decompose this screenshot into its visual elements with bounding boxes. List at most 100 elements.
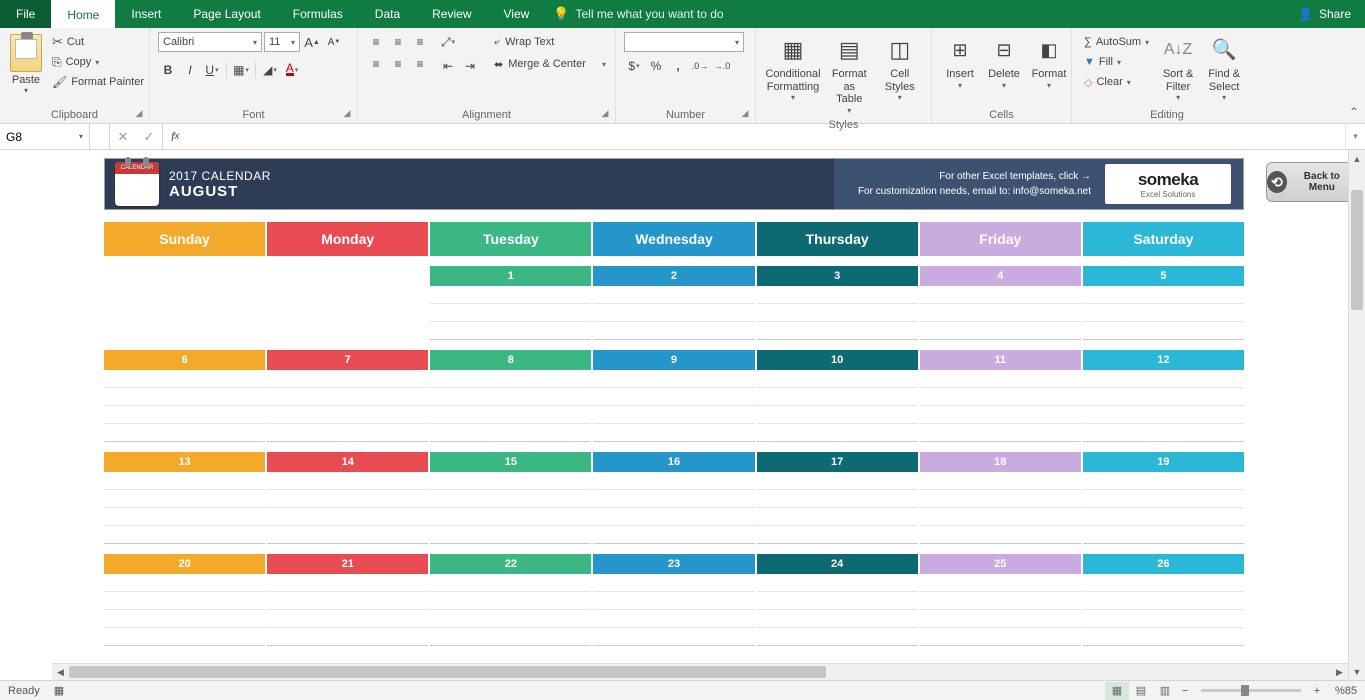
zoom-slider[interactable] <box>1201 689 1301 692</box>
day-cell-16[interactable]: 16 <box>593 452 754 544</box>
date-notes-area[interactable] <box>430 574 591 646</box>
date-notes-area[interactable] <box>920 574 1081 646</box>
date-notes-area[interactable] <box>104 574 265 646</box>
date-notes-area[interactable] <box>1083 286 1244 340</box>
date-notes-area[interactable] <box>757 472 918 544</box>
day-cell-10[interactable]: 10 <box>757 350 918 442</box>
clear-button[interactable]: ◇Clear▾ <box>1080 72 1153 92</box>
copy-button[interactable]: ⎘Copy▾ <box>48 52 148 72</box>
day-cell-18[interactable]: 18 <box>920 452 1081 544</box>
percent-button[interactable]: % <box>646 56 666 76</box>
day-cell-3[interactable]: 3 <box>757 266 918 340</box>
someka-logo[interactable]: somekaExcel Solutions <box>1105 164 1231 204</box>
sheet-canvas[interactable]: 2017 CALENDAR AUGUST For other Excel tem… <box>52 150 1348 680</box>
date-notes-area[interactable] <box>757 370 918 442</box>
date-notes-area[interactable] <box>104 472 265 544</box>
date-notes-area[interactable] <box>757 286 918 340</box>
align-center-button[interactable]: ≡ <box>388 54 408 74</box>
date-notes-area[interactable] <box>920 370 1081 442</box>
date-notes-area[interactable] <box>593 286 754 340</box>
fx-label[interactable]: fx <box>163 124 187 149</box>
day-cell-12[interactable]: 12 <box>1083 350 1244 442</box>
date-notes-area[interactable] <box>593 472 754 544</box>
date-notes-area[interactable] <box>920 472 1081 544</box>
day-cell-13[interactable]: 13 <box>104 452 265 544</box>
decrease-decimal-button[interactable]: →.0 <box>712 56 732 76</box>
font-launcher[interactable]: ◢ <box>341 107 353 119</box>
decrease-font-button[interactable]: A▼ <box>324 32 344 52</box>
day-cell-8[interactable]: 8 <box>430 350 591 442</box>
fill-button[interactable]: ▼Fill▾ <box>1080 52 1153 72</box>
menu-tab-data[interactable]: Data <box>359 0 416 28</box>
day-cell-24[interactable]: 24 <box>757 554 918 646</box>
share-button[interactable]: 👤 Share <box>1284 0 1365 28</box>
clipboard-launcher[interactable]: ◢ <box>133 107 145 119</box>
scroll-thumb-x[interactable] <box>69 666 826 678</box>
font-family-combo[interactable]: Calibri▾ <box>158 32 262 52</box>
day-cell-11[interactable]: 11 <box>920 350 1081 442</box>
zoom-level[interactable]: %85 <box>1335 685 1357 697</box>
conditional-formatting-button[interactable]: ▦Conditional Formatting▾ <box>764 32 822 104</box>
borders-button[interactable]: ▦ <box>231 60 251 80</box>
scroll-right-button[interactable]: ▶ <box>1331 667 1348 678</box>
alignment-launcher[interactable]: ◢ <box>599 107 611 119</box>
date-notes-area[interactable] <box>430 286 591 340</box>
date-notes-area[interactable] <box>1083 574 1244 646</box>
zoom-out-button[interactable]: − <box>1177 685 1193 697</box>
paste-button[interactable]: Paste ▾ <box>8 32 44 97</box>
day-cell-6[interactable]: 6 <box>104 350 265 442</box>
increase-decimal-button[interactable]: .0→ <box>690 56 710 76</box>
menu-tab-home[interactable]: Home <box>51 0 115 28</box>
wrap-text-button[interactable]: ⤶Wrap Text <box>490 32 610 52</box>
normal-view-button[interactable]: ▦ <box>1105 682 1129 700</box>
merge-center-button[interactable]: ⬌Merge & Center▾ <box>490 54 610 74</box>
day-cell-21[interactable]: 21 <box>267 554 428 646</box>
date-notes-area[interactable] <box>1083 472 1244 544</box>
back-to-menu-button[interactable]: ⟲ Back to Menu <box>1266 162 1348 202</box>
day-cell-1[interactable]: 1 <box>430 266 591 340</box>
menu-tab-page-layout[interactable]: Page Layout <box>177 0 276 28</box>
delete-cells-button[interactable]: ⊟Delete▾ <box>984 32 1024 92</box>
menu-tab-formulas[interactable]: Formulas <box>277 0 359 28</box>
menu-tab-file[interactable]: File <box>0 0 51 28</box>
day-cell-25[interactable]: 25 <box>920 554 1081 646</box>
cancel-formula-button[interactable]: ✕ <box>110 129 136 145</box>
date-notes-area[interactable] <box>104 370 265 442</box>
align-left-button[interactable]: ≡ <box>366 54 386 74</box>
date-notes-area[interactable] <box>757 574 918 646</box>
date-notes-area[interactable] <box>1083 370 1244 442</box>
increase-indent-button[interactable]: ⇥ <box>460 56 480 76</box>
italic-button[interactable]: I <box>180 60 200 80</box>
day-cell-19[interactable]: 19 <box>1083 452 1244 544</box>
scroll-left-button[interactable]: ◀ <box>52 667 69 678</box>
zoom-in-button[interactable]: + <box>1309 685 1325 697</box>
number-format-combo[interactable]: ▾ <box>624 32 744 52</box>
font-color-button[interactable]: A <box>282 60 302 80</box>
day-cell-23[interactable]: 23 <box>593 554 754 646</box>
align-bottom-button[interactable]: ≡ <box>410 32 430 52</box>
cell-styles-button[interactable]: ◫Cell Styles▾ <box>877 32 924 104</box>
day-cell-20[interactable]: 20 <box>104 554 265 646</box>
date-notes-area[interactable] <box>593 574 754 646</box>
menu-tab-insert[interactable]: Insert <box>115 0 177 28</box>
day-cell-14[interactable]: 14 <box>267 452 428 544</box>
macro-record-icon[interactable]: ▦ <box>54 684 64 697</box>
date-notes-area[interactable] <box>267 574 428 646</box>
format-painter-button[interactable]: 🖌Format Painter <box>48 72 148 92</box>
comma-button[interactable]: , <box>668 56 688 76</box>
accounting-format-button[interactable]: $ <box>624 56 644 76</box>
orientation-button[interactable]: ⤢ <box>438 32 458 52</box>
day-cell-7[interactable]: 7 <box>267 350 428 442</box>
horizontal-scrollbar[interactable]: ◀ ▶ <box>52 663 1348 680</box>
increase-font-button[interactable]: A▲ <box>302 32 322 52</box>
date-notes-area[interactable] <box>267 472 428 544</box>
day-cell-4[interactable]: 4 <box>920 266 1081 340</box>
vertical-scrollbar[interactable]: ▲ ▼ <box>1348 150 1365 680</box>
cut-button[interactable]: ✂Cut <box>48 32 148 52</box>
worksheet-area[interactable]: 2017 CALENDAR AUGUST For other Excel tem… <box>0 150 1365 680</box>
row-headers[interactable] <box>0 150 52 680</box>
autosum-button[interactable]: ∑AutoSum▾ <box>1080 32 1153 52</box>
expand-formula-bar-button[interactable]: ▾ <box>1345 124 1365 149</box>
date-notes-area[interactable] <box>267 370 428 442</box>
align-right-button[interactable]: ≡ <box>410 54 430 74</box>
